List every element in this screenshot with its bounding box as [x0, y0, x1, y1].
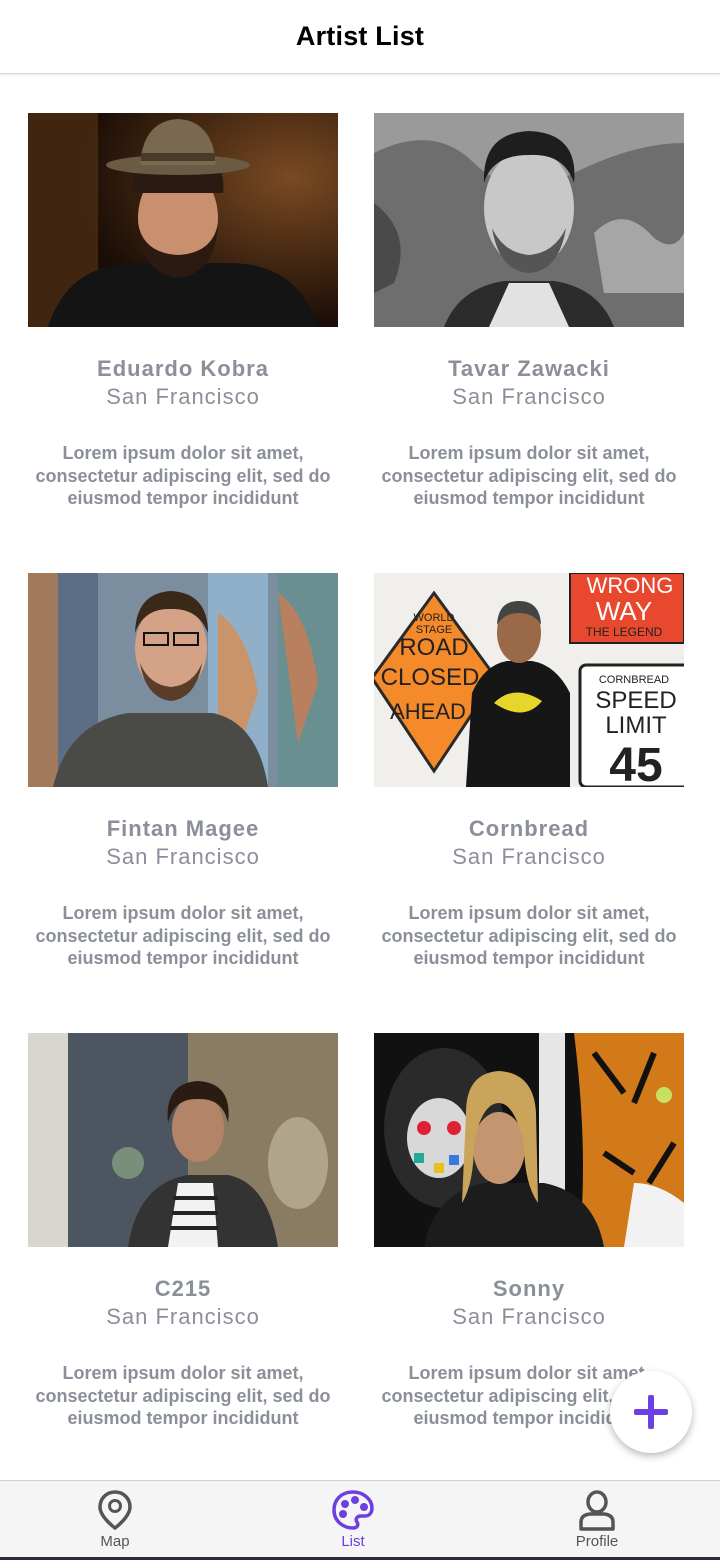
artist-description: Lorem ipsum dolor sit amet, consectetur …	[35, 903, 331, 969]
artist-description: Lorem ipsum dolor sit amet, consectetur …	[381, 903, 677, 969]
artist-photo[interactable]	[28, 113, 338, 327]
artist-photo[interactable]: WORLD STAGE ROAD CLOSED AHEAD WRONG WAY …	[374, 573, 684, 787]
artist-city: San Francisco	[452, 384, 606, 409]
speed-limit-text: 45	[609, 739, 662, 787]
artist-name: Eduardo Kobra	[97, 356, 269, 381]
tab-map[interactable]: Map	[55, 1489, 175, 1555]
palette-icon	[332, 1490, 374, 1530]
tab-label: List	[341, 1533, 365, 1550]
page-title: Artist List	[295, 21, 425, 51]
artist-description: Lorem ipsum dolor sit amet, consectetur …	[35, 443, 331, 509]
artist-grid[interactable]: Eduardo Kobra San Francisco Lorem ipsum …	[0, 74, 720, 1480]
app-header: Artist List	[0, 0, 720, 74]
wrong-way-text: WAY	[596, 596, 652, 626]
artist-name: C215	[154, 1276, 212, 1301]
speed-limit-text: LIMIT	[605, 712, 667, 739]
tab-list[interactable]: List	[293, 1489, 413, 1555]
artist-city: San Francisco	[106, 1304, 260, 1329]
plus-icon	[634, 1395, 668, 1429]
artist-city: San Francisco	[106, 844, 260, 869]
wrong-way-text: WRONG	[587, 573, 674, 598]
artist-photo[interactable]	[374, 113, 684, 327]
road-sign-text: CLOSED	[381, 664, 480, 691]
road-sign-text: AHEAD	[390, 699, 466, 724]
road-sign-text: ROAD	[399, 634, 468, 661]
speed-limit-text: CORNBREAD	[599, 674, 669, 686]
artist-name: Fintan Magee	[106, 816, 260, 841]
artist-city: San Francisco	[452, 844, 606, 869]
artist-description: Lorem ipsum dolor sit amet, consectetur …	[381, 443, 677, 509]
speed-limit-text: SPEED	[595, 687, 676, 714]
map-pin-icon	[98, 1490, 132, 1531]
add-artist-button[interactable]	[610, 1371, 692, 1453]
tab-label: Map	[100, 1533, 130, 1550]
artist-city: San Francisco	[106, 384, 260, 409]
artist-description: Lorem ipsum dolor sit amet, consectetur …	[35, 1363, 331, 1429]
artist-city: San Francisco	[452, 1304, 606, 1329]
artist-photo[interactable]	[28, 573, 338, 787]
artist-name: Cornbread	[468, 816, 590, 841]
tab-label: Profile	[575, 1533, 619, 1550]
artist-photo[interactable]	[374, 1033, 684, 1247]
artist-photo[interactable]	[28, 1033, 338, 1247]
bottom-tab-bar: Map List Profile	[0, 1480, 720, 1560]
tab-profile[interactable]: Profile	[537, 1489, 657, 1555]
user-icon	[579, 1490, 615, 1531]
wrong-way-text: THE LEGEND	[586, 625, 663, 639]
artist-name: Tavar Zawacki	[448, 356, 610, 381]
road-sign-text: WORLD	[414, 612, 455, 624]
artist-name: Sonny	[492, 1276, 566, 1301]
